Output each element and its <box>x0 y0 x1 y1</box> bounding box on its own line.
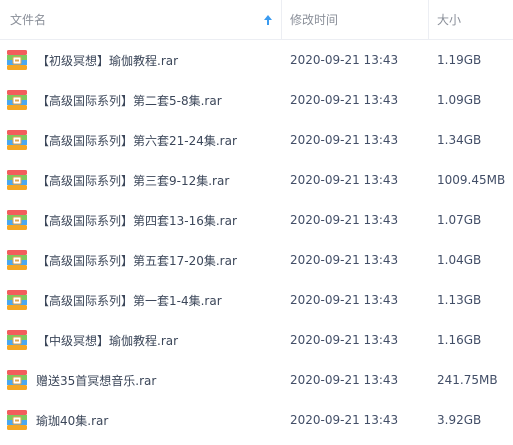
file-modified-date: 2020-09-21 13:43 <box>290 293 399 307</box>
file-name-cell[interactable]: 【高级国际系列】第六套21-24集.rar <box>0 129 281 151</box>
rar-archive-icon <box>7 410 27 430</box>
rar-archive-icon <box>7 250 27 270</box>
file-modified-date: 2020-09-21 13:43 <box>290 93 399 107</box>
column-header-size[interactable]: 大小 <box>428 0 513 40</box>
file-name-cell[interactable]: 赠送35首冥想音乐.rar <box>0 369 281 391</box>
rar-archive-icon <box>7 50 27 70</box>
rar-archive-icon <box>7 130 27 150</box>
file-name-cell[interactable]: 【初级冥想】瑜伽教程.rar <box>0 49 281 71</box>
file-name-cell[interactable]: 【高级国际系列】第五套17-20集.rar <box>0 249 281 271</box>
rar-archive-icon <box>7 370 27 390</box>
file-row[interactable]: 赠送35首冥想音乐.rar 2020-09-21 13:43 241.75MB <box>0 360 513 400</box>
rar-archive-icon <box>7 210 27 230</box>
column-header-size-label: 大小 <box>437 13 462 27</box>
file-row[interactable]: 【高级国际系列】第三套9-12集.rar 2020-09-21 13:43 10… <box>0 160 513 200</box>
arrow-up-icon[interactable] <box>263 14 273 26</box>
file-modified-date: 2020-09-21 13:43 <box>290 213 399 227</box>
file-size: 1.16GB <box>437 333 482 347</box>
file-row[interactable]: 瑜珈40集.rar 2020-09-21 13:43 3.92GB <box>0 400 513 440</box>
rar-archive-icon <box>7 90 27 110</box>
file-modified-date: 2020-09-21 13:43 <box>290 53 399 67</box>
file-size: 1009.45MB <box>437 173 506 187</box>
file-name[interactable]: 瑜珈40集.rar <box>36 412 108 429</box>
file-size: 241.75MB <box>437 373 498 387</box>
file-name-cell[interactable]: 【中级冥想】瑜伽教程.rar <box>0 329 281 351</box>
column-header-name[interactable]: 文件名 <box>0 0 281 40</box>
file-size: 1.19GB <box>437 53 482 67</box>
file-name-cell[interactable]: 瑜珈40集.rar <box>0 409 281 431</box>
column-header-name-label: 文件名 <box>10 13 47 27</box>
file-name-cell[interactable]: 【高级国际系列】第四套13-16集.rar <box>0 209 281 231</box>
file-name[interactable]: 【高级国际系列】第五套17-20集.rar <box>37 252 237 269</box>
file-row[interactable]: 【高级国际系列】第六套21-24集.rar 2020-09-21 13:43 1… <box>0 120 513 160</box>
file-name[interactable]: 【高级国际系列】第二套5-8集.rar <box>37 92 222 109</box>
file-size: 1.13GB <box>437 293 482 307</box>
file-name[interactable]: 【高级国际系列】第三套9-12集.rar <box>37 172 229 189</box>
file-modified-date: 2020-09-21 13:43 <box>290 333 399 347</box>
file-name[interactable]: 【高级国际系列】第一套1-4集.rar <box>37 292 222 309</box>
file-modified-date: 2020-09-21 13:43 <box>290 253 399 267</box>
file-name[interactable]: 【初级冥想】瑜伽教程.rar <box>37 52 178 69</box>
file-row[interactable]: 【初级冥想】瑜伽教程.rar 2020-09-21 13:43 1.19GB <box>0 40 513 80</box>
file-rows: 【初级冥想】瑜伽教程.rar 2020-09-21 13:43 1.19GB 【… <box>0 40 513 440</box>
file-name-cell[interactable]: 【高级国际系列】第三套9-12集.rar <box>0 169 281 191</box>
file-name-cell[interactable]: 【高级国际系列】第一套1-4集.rar <box>0 289 281 311</box>
file-list-header: 文件名 修改时间 大小 <box>0 0 513 40</box>
file-name[interactable]: 赠送35首冥想音乐.rar <box>36 372 156 389</box>
file-size: 1.09GB <box>437 93 482 107</box>
file-size: 1.07GB <box>437 213 482 227</box>
rar-archive-icon <box>7 290 27 310</box>
file-modified-date: 2020-09-21 13:43 <box>290 133 399 147</box>
file-row[interactable]: 【高级国际系列】第二套5-8集.rar 2020-09-21 13:43 1.0… <box>0 80 513 120</box>
file-list: 文件名 修改时间 大小 【初级冥想】瑜伽教程.rar 2020-09-21 13… <box>0 0 513 445</box>
file-size: 1.34GB <box>437 133 482 147</box>
file-name-cell[interactable]: 【高级国际系列】第二套5-8集.rar <box>0 89 281 111</box>
column-header-date-label: 修改时间 <box>290 13 339 27</box>
file-row[interactable]: 【中级冥想】瑜伽教程.rar 2020-09-21 13:43 1.16GB <box>0 320 513 360</box>
file-modified-date: 2020-09-21 13:43 <box>290 173 399 187</box>
rar-archive-icon <box>7 170 27 190</box>
file-row[interactable]: 【高级国际系列】第五套17-20集.rar 2020-09-21 13:43 1… <box>0 240 513 280</box>
file-row[interactable]: 【高级国际系列】第四套13-16集.rar 2020-09-21 13:43 1… <box>0 200 513 240</box>
file-name[interactable]: 【高级国际系列】第四套13-16集.rar <box>37 212 237 229</box>
file-row[interactable]: 【高级国际系列】第一套1-4集.rar 2020-09-21 13:43 1.1… <box>0 280 513 320</box>
file-name[interactable]: 【高级国际系列】第六套21-24集.rar <box>37 132 237 149</box>
file-size: 3.92GB <box>437 413 482 427</box>
file-name[interactable]: 【中级冥想】瑜伽教程.rar <box>37 332 178 349</box>
rar-archive-icon <box>7 330 27 350</box>
file-modified-date: 2020-09-21 13:43 <box>290 373 399 387</box>
file-size: 1.04GB <box>437 253 482 267</box>
column-header-date[interactable]: 修改时间 <box>281 0 428 40</box>
file-modified-date: 2020-09-21 13:43 <box>290 413 399 427</box>
